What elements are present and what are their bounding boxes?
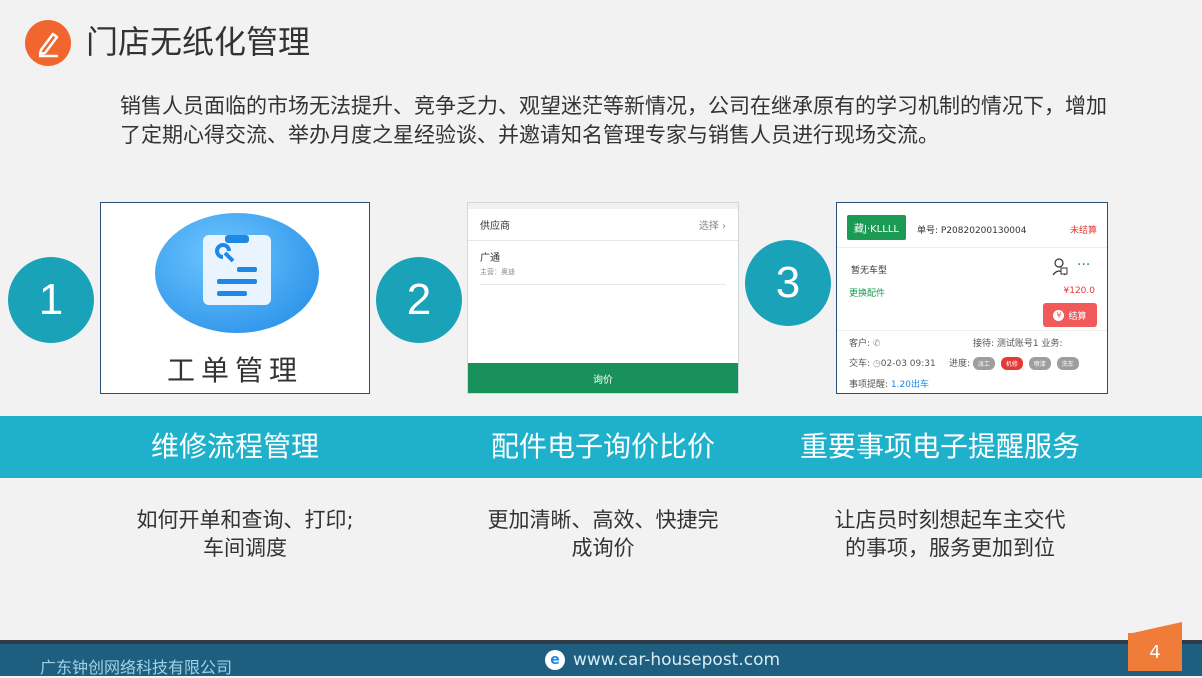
band-label-2: 配件电子询价比价 [490,430,715,463]
progress-label: 进度: [949,359,971,369]
phone-icon[interactable]: ✆ [873,339,881,349]
feature-band: 维修流程管理 配件电子询价比价 重要事项电子提醒服务 [0,416,1202,478]
supplier-row[interactable]: 供应商 选择 › [468,209,738,241]
chevron-right-icon: › [722,221,726,232]
progress-step: 洗车 [1056,357,1079,370]
desc-line: 成询价 [571,536,635,560]
part-label: 更换配件 [849,289,886,299]
step-2-description: 更加清晰、高效、快捷完 成询价 [458,506,748,562]
desc-line: 更加清晰、高效、快捷完 [487,508,719,532]
step-1-description: 如何开单和查询、打印; 车间调度 [100,506,390,562]
progress-step: 喷漆 [1028,357,1051,370]
work-order-card: 工单管理 [100,202,370,394]
step-3-description: 让店员时刻想起车主交代 的事项，服务更加到位 [800,506,1100,562]
desc-line: 车间调度 [203,536,287,560]
supplier-label: 供应商 [480,221,510,232]
inquiry-card: 供应商 选择 › 广通 主营：奥迪 询价 [467,202,739,394]
band-label-3: 重要事项电子提醒服务 [799,430,1080,463]
band-label-1: 维修流程管理 [150,430,319,463]
step-2-badge: 2 [376,257,462,343]
clock-icon: ◷ [872,359,881,369]
footer: 广东钟创网络科技有限公司 e www.car-housepost.com [0,640,1202,677]
supplier-name: 广通 [480,253,500,264]
desc-line: 的事项，服务更加到位 [845,536,1055,560]
company-name: 广东钟创网络科技有限公司 [40,658,233,677]
intro-paragraph: 销售人员面临的市场无法提升、竞争乏力、观望迷茫等新情况，公司在继承原有的学习机制… [120,94,1107,147]
supplier-sub: 主营：奥迪 [480,268,515,276]
reminder-card: 藏J·KLLLL 单号: P20820200130004 未结算 暂无车型 ··… [836,202,1108,394]
receiver-label: 接待: 测试账号1 业务: [973,339,1063,349]
customer-label: 客户: [849,339,871,349]
progress-step: 派工 [972,357,995,370]
more-icon[interactable]: ··· [1077,257,1090,273]
progress-step: 机修 [1000,357,1023,370]
website-link[interactable]: e www.car-housepost.com [545,650,780,670]
clipboard-icon [203,235,271,305]
order-number: 单号: P20820200130004 [917,226,1027,236]
reminder-label: 事项提醒: [849,380,889,390]
plate-number: 藏J·KLLLL [847,215,906,240]
desc-line: 如何开单和查询、打印; [136,508,354,532]
reminder-value: 1.20出车 [890,380,929,390]
desc-line: 让店员时刻想起车主交代 [834,508,1066,532]
pay-button[interactable]: ¥ 结算 [1043,303,1097,327]
page-title: 门店无纸化管理 [86,23,311,61]
page-number: 4 [1128,633,1182,671]
pencil-icon [25,20,71,66]
pay-label: 结算 [1068,311,1087,322]
website-url: www.car-housepost.com [573,650,781,670]
yen-icon: ¥ [1053,309,1065,321]
car-model: 暂无车型 [851,266,888,276]
select-label: 选择 [698,221,719,232]
status-badge: 未结算 [1069,226,1097,236]
step-3-badge: 3 [745,240,831,326]
inquiry-button[interactable]: 询价 [468,363,738,393]
delivery-time: 02-03 09:31 [880,359,936,369]
work-order-label: 工单管理 [166,354,303,387]
step-1-badge: 1 [8,257,94,343]
user-icon[interactable] [1051,257,1069,280]
part-price: ¥120.0 [1063,286,1096,296]
browser-icon: e [545,650,565,670]
delivery-label: 交车: [849,359,871,369]
